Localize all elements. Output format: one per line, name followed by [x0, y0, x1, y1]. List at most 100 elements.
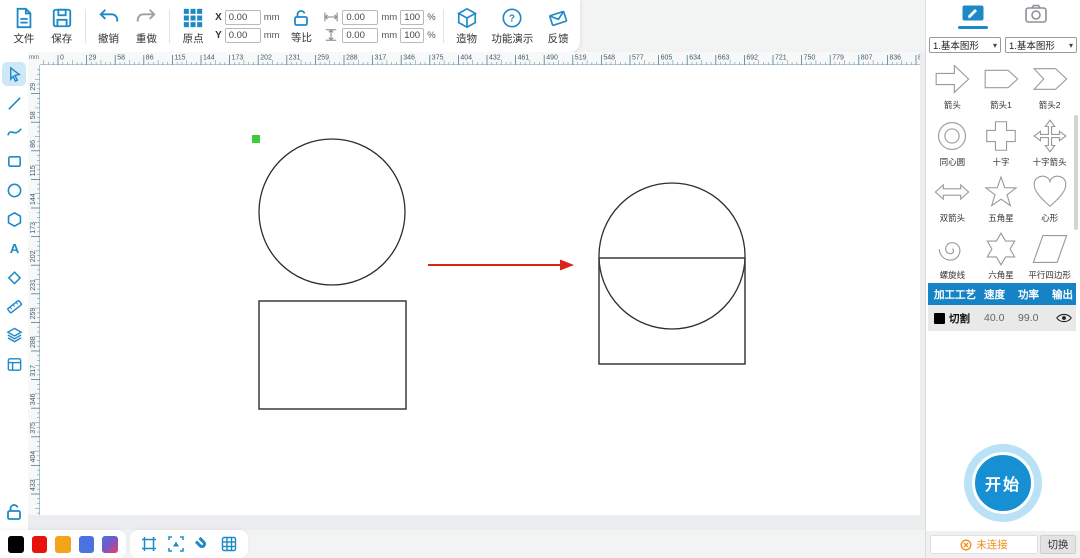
height-percent-input[interactable] — [400, 28, 424, 43]
right-panel: 1.基本图形 ▾ 1.基本图形 ▾ 箭头箭头1 箭头2 同心圆十字十字箭头双箭头五角… — [925, 0, 1080, 558]
file-button[interactable]: 文件 — [6, 7, 42, 46]
tab-canvas-edit[interactable] — [958, 4, 988, 34]
svg-text:173: 173 — [232, 55, 244, 62]
gallery-scrollbar[interactable] — [1074, 115, 1078, 230]
heart-icon — [1031, 173, 1069, 211]
color-swatch-f4a418[interactable] — [55, 536, 71, 553]
select-icon — [6, 66, 23, 83]
width-percent-input[interactable] — [400, 10, 424, 25]
y-input[interactable] — [225, 28, 261, 43]
color-palette — [0, 530, 126, 558]
color-swatch-4a72e0[interactable] — [79, 536, 95, 553]
shape-item-heart[interactable]: 心形 — [1025, 169, 1074, 226]
color-swatch-gradient[interactable] — [102, 536, 118, 553]
drawing-canvas[interactable] — [40, 65, 920, 515]
circle-left[interactable] — [259, 139, 405, 285]
color-swatch-000000[interactable] — [8, 536, 24, 553]
shape-category-select-1[interactable]: 1.基本图形 ▾ — [929, 37, 1001, 53]
rectangle-left[interactable] — [259, 301, 406, 409]
tool-rectangle[interactable] — [2, 149, 26, 173]
svg-text:173: 173 — [30, 222, 37, 234]
process-speed: 40.0 — [984, 312, 1018, 324]
svg-text:577: 577 — [632, 55, 644, 62]
x-input[interactable] — [225, 10, 261, 25]
svg-text:144: 144 — [203, 55, 215, 62]
tool-polygon[interactable] — [2, 207, 26, 231]
connection-status[interactable]: 未连接 — [930, 535, 1038, 554]
grid-button[interactable] — [219, 534, 239, 554]
red-arrow[interactable] — [428, 260, 574, 271]
tool-layers[interactable] — [2, 323, 26, 347]
layer-color-swatch[interactable] — [934, 313, 945, 324]
svg-text:663: 663 — [718, 55, 730, 62]
tool-curve[interactable] — [2, 120, 26, 144]
canvas-lock-button[interactable] — [4, 502, 24, 522]
tool-ruler[interactable] — [2, 294, 26, 318]
switch-device-button[interactable]: 切换 — [1040, 535, 1076, 554]
eye-icon[interactable] — [1052, 312, 1076, 324]
start-button[interactable]: 开始 — [964, 444, 1042, 522]
width-input[interactable] — [342, 10, 378, 25]
tool-artboard[interactable] — [2, 352, 26, 376]
shape-item-double-arrow[interactable]: 双箭头 — [928, 169, 977, 226]
svg-text:202: 202 — [260, 55, 272, 62]
shape-item-cross-arrow[interactable]: 十字箭头 — [1025, 113, 1074, 170]
color-swatch-e8120c[interactable] — [32, 536, 48, 553]
shape-item-concentric-circles[interactable]: 同心圆 — [928, 113, 977, 170]
svg-text:58: 58 — [30, 111, 37, 119]
shape-category-select-2[interactable]: 1.基本图形 ▾ — [1005, 37, 1077, 53]
shape-item-star-5[interactable]: 五角星 — [977, 169, 1026, 226]
shape-item-parallelogram[interactable]: 平行四边形 — [1025, 226, 1074, 283]
ratio-lock-label: 等比 — [291, 30, 312, 45]
shape-item-label: 螺旋线 — [940, 269, 966, 281]
svg-text:231: 231 — [30, 279, 37, 291]
circle-right[interactable] — [599, 183, 745, 329]
magnet-button[interactable] — [192, 534, 212, 554]
svg-text:404: 404 — [30, 451, 37, 463]
shape-item-label: 平行四边形 — [1028, 269, 1071, 281]
height-input[interactable] — [342, 28, 378, 43]
frame-button[interactable] — [139, 534, 159, 554]
shape-item-star-6[interactable]: 六角星 — [977, 226, 1026, 283]
y-unit: mm — [264, 30, 280, 41]
shape-item-arrow-right[interactable]: 箭头 — [928, 56, 977, 113]
svg-text:202: 202 — [30, 250, 37, 262]
canvas-tools — [130, 530, 248, 558]
status-bar: 未连接 切换 — [926, 531, 1080, 558]
origin-grid-icon — [182, 7, 204, 29]
rectangle-right[interactable] — [599, 258, 745, 364]
create-button[interactable]: 造物 — [449, 7, 485, 46]
tool-select[interactable] — [2, 62, 26, 86]
width-icon — [323, 10, 339, 24]
shape-item-cross[interactable]: 十字 — [977, 113, 1026, 170]
tool-line[interactable] — [2, 91, 26, 115]
svg-text:548: 548 — [603, 55, 615, 62]
ratio-lock-button[interactable]: 等比 — [284, 8, 320, 45]
artboard-icon — [6, 356, 23, 373]
concentric-circles-icon — [933, 117, 971, 155]
green-marker[interactable] — [252, 135, 260, 143]
feedback-button[interactable]: 反馈 — [540, 7, 576, 46]
arrow-chevron-icon — [1031, 60, 1069, 98]
shape-item-label: 箭头2 — [1039, 99, 1061, 111]
undo-icon — [97, 7, 121, 29]
tool-text[interactable]: A — [2, 236, 26, 260]
tab-camera[interactable] — [1024, 4, 1048, 34]
svg-text:317: 317 — [30, 365, 37, 377]
process-row[interactable]: 切割40.099.0 — [928, 305, 1076, 331]
origin-button[interactable]: 原点 — [175, 7, 211, 46]
feedback-icon — [547, 7, 569, 29]
undo-button[interactable]: 撤销 — [91, 7, 127, 46]
tool-ellipse[interactable] — [2, 178, 26, 202]
shape-item-spiral[interactable]: 螺旋线 — [928, 226, 977, 283]
top-toolbar: 文件 保存 撤销 重做 原点 — [0, 0, 580, 52]
redo-button[interactable]: 重做 — [128, 7, 164, 46]
fit-view-button[interactable] — [166, 534, 186, 554]
save-button[interactable]: 保存 — [44, 7, 80, 46]
shape-item-arrow-chevron[interactable]: 箭头2 — [1025, 56, 1074, 113]
tool-eraser[interactable] — [2, 265, 26, 289]
demo-button[interactable]: ? 功能演示 — [486, 7, 538, 46]
origin-label: 原点 — [183, 31, 204, 46]
shape-item-arrow-pentagon[interactable]: 箭头1 — [977, 56, 1026, 113]
file-icon — [13, 7, 35, 29]
